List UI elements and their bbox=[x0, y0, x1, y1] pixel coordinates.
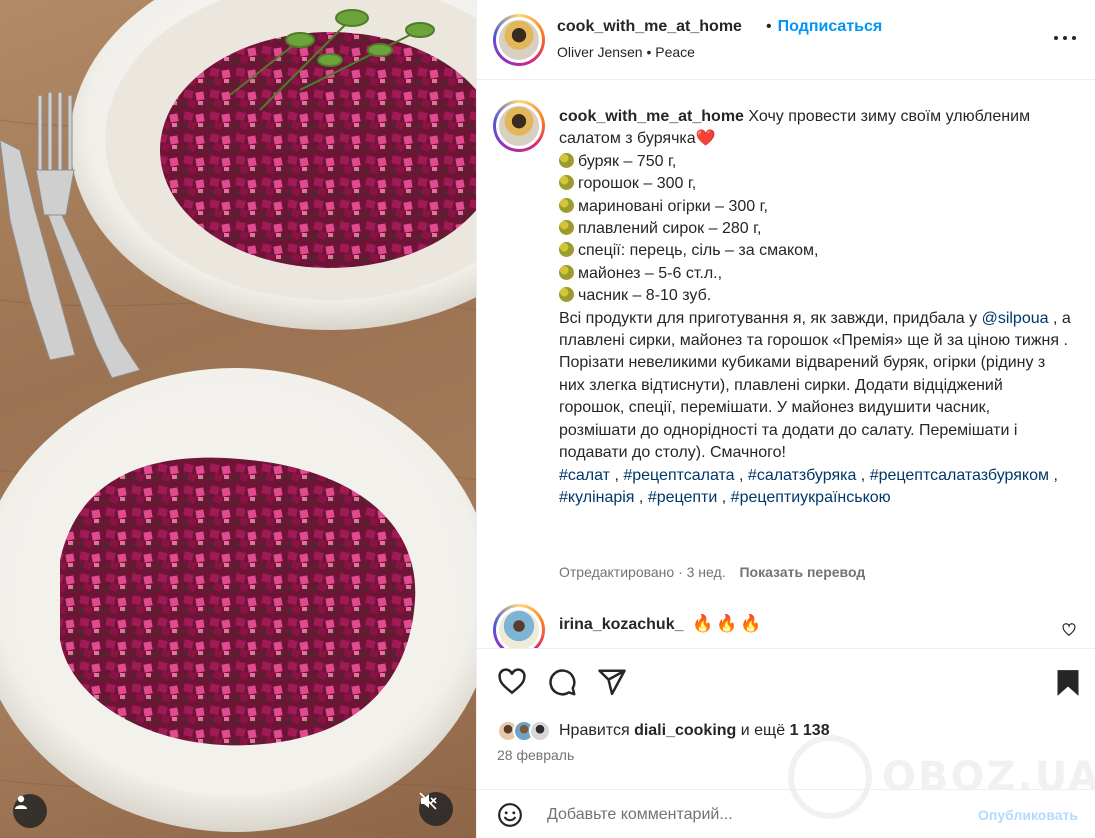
caption-username[interactable]: cook_with_me_at_home bbox=[559, 108, 744, 125]
mute-button[interactable] bbox=[419, 792, 453, 826]
ingredient-line: часник – 8-10 зуб. bbox=[559, 285, 1071, 307]
heart-emoji-icon: ❤️ bbox=[695, 130, 716, 148]
share-icon[interactable] bbox=[597, 667, 627, 697]
post-details-panel: cook_with_me_at_home • Подписаться Oliver… bbox=[476, 0, 1095, 838]
caption-paragraph-1: Всі продукти для приготування я, як завж… bbox=[559, 309, 1071, 350]
post-actions: Нравится diali_cooking и ещё 1 138 28 фе… bbox=[477, 648, 1095, 838]
caption-author-avatar[interactable] bbox=[493, 100, 545, 152]
herb-emoji-icon bbox=[559, 264, 574, 280]
post-date[interactable]: 28 февраль bbox=[497, 747, 574, 763]
liker-avatar bbox=[529, 720, 551, 742]
caption-meta: Отредактировано · 3 нед. Показать перево… bbox=[559, 564, 865, 580]
comments-scroll-area[interactable]: cook_with_me_at_home Хочу провести зиму … bbox=[477, 80, 1095, 648]
add-comment-section: Опубликовать bbox=[477, 789, 1095, 838]
comment-icon[interactable] bbox=[547, 667, 577, 697]
heart-icon[interactable] bbox=[497, 667, 527, 697]
herb-emoji-icon bbox=[559, 242, 574, 258]
publish-button[interactable]: Опубликовать bbox=[978, 807, 1078, 823]
author-subline[interactable]: Oliver Jensen • Peace bbox=[557, 44, 695, 60]
comment-username[interactable]: irina_kozachuk_ bbox=[559, 616, 684, 634]
post-photo[interactable] bbox=[0, 0, 476, 838]
hashtag-link[interactable]: #рецепти bbox=[648, 489, 718, 506]
ingredient-line: буряк – 750 г, bbox=[559, 151, 1071, 173]
edited-timestamp: Отредактировано · 3 нед. bbox=[559, 564, 726, 580]
more-horizontal-icon bbox=[1054, 36, 1058, 40]
ingredient-line: спеції: перець, сіль – за смаком, bbox=[559, 240, 1071, 262]
author-avatar[interactable] bbox=[493, 14, 545, 66]
tagged-users-button[interactable] bbox=[13, 794, 47, 828]
post-header: cook_with_me_at_home • Подписаться Oliver… bbox=[477, 0, 1095, 80]
salad-photo-illustration bbox=[0, 0, 476, 832]
ingredient-line: горошок – 300 г, bbox=[559, 173, 1071, 195]
hashtag-link[interactable]: #кулінарія bbox=[559, 489, 634, 506]
comment-like-heart-icon[interactable] bbox=[1062, 623, 1076, 637]
follow-label: Подписаться bbox=[777, 18, 883, 35]
herb-emoji-icon bbox=[559, 197, 574, 213]
follow-button[interactable]: • Подписаться bbox=[766, 18, 882, 36]
herb-emoji-icon bbox=[559, 220, 574, 236]
ingredient-line: майонез – 5-6 ст.л., bbox=[559, 263, 1071, 285]
show-translation-button[interactable]: Показать перевод bbox=[739, 564, 865, 580]
user-icon bbox=[15, 795, 27, 809]
hashtag-link[interactable]: #салат bbox=[559, 467, 610, 484]
author-username[interactable]: cook_with_me_at_home bbox=[557, 18, 742, 36]
hashtag-link[interactable]: #рецептсалата bbox=[623, 467, 734, 484]
hashtags: #салат , #рецептсалата , #салатзбуряка ,… bbox=[559, 466, 1058, 506]
herb-emoji-icon bbox=[559, 152, 574, 168]
herb-emoji-icon bbox=[559, 287, 574, 303]
emoji-icon[interactable] bbox=[497, 802, 523, 828]
comment-input[interactable] bbox=[547, 802, 967, 828]
bookmark-icon[interactable] bbox=[1055, 669, 1081, 697]
likes-summary[interactable]: Нравится diali_cooking и ещё 1 138 bbox=[497, 719, 830, 743]
ingredient-line: мариновані огірки – 300 г, bbox=[559, 196, 1071, 218]
header-separator: • bbox=[766, 18, 772, 35]
mention-link[interactable]: @silpoua bbox=[982, 310, 1049, 327]
caption-paragraph-2: Порізати невеликими кубиками відварений … bbox=[559, 354, 1046, 462]
hashtag-link[interactable]: #рецептиукраїнською bbox=[731, 489, 891, 506]
commenter-avatar[interactable] bbox=[493, 604, 545, 648]
post-caption: cook_with_me_at_home Хочу провести зиму … bbox=[559, 106, 1071, 509]
hashtag-link[interactable]: #рецептсалатазбуряком bbox=[870, 467, 1049, 484]
hashtag-link[interactable]: #салатзбуряка bbox=[748, 467, 856, 484]
liker-username[interactable]: diali_cooking bbox=[634, 722, 736, 739]
herb-emoji-icon bbox=[559, 175, 574, 191]
comment-text: 🔥🔥🔥 bbox=[692, 614, 765, 633]
more-options-button[interactable] bbox=[1054, 36, 1076, 42]
speaker-muted-icon bbox=[419, 792, 437, 810]
ingredient-line: плавлений сирок – 280 г, bbox=[559, 218, 1071, 240]
